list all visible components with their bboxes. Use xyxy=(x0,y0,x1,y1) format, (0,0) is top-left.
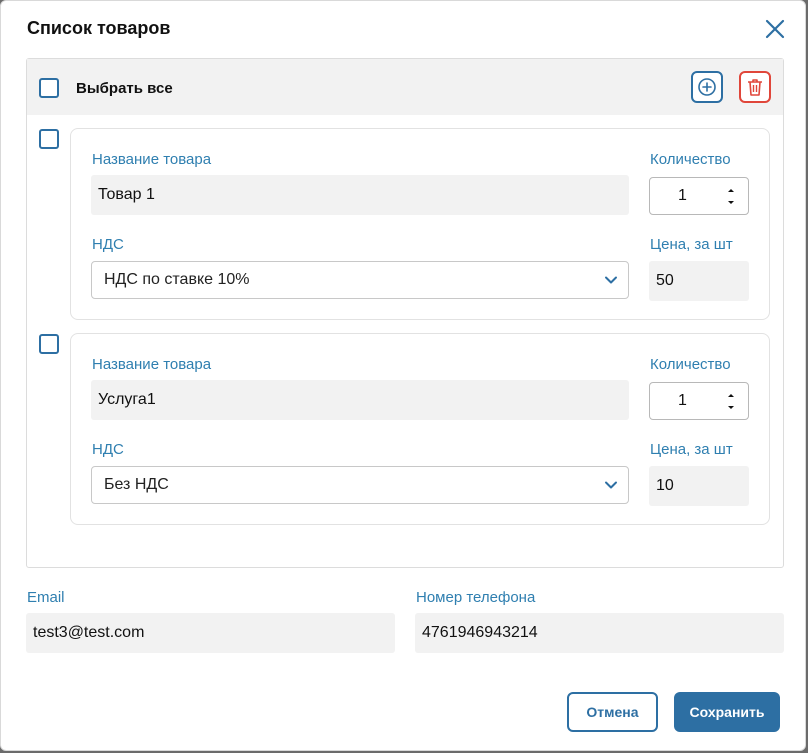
quantity-stepper[interactable]: 1 xyxy=(649,382,749,420)
quantity-label: Количество xyxy=(650,356,731,373)
stepper-arrows-icon[interactable] xyxy=(726,186,736,208)
dialog-title: Список товаров xyxy=(27,18,171,38)
quantity-value: 1 xyxy=(678,187,687,204)
vat-select[interactable]: Без НДС xyxy=(91,466,629,504)
item-card: Название товара Услуга1 Количество 1 НДС… xyxy=(70,333,770,525)
name-label: Название товара xyxy=(92,356,212,373)
price-input[interactable]: 50 xyxy=(649,261,749,301)
products-dialog: Список товаров Выбрать все Название това… xyxy=(0,0,806,751)
add-item-button[interactable] xyxy=(691,71,723,103)
phone-field[interactable]: 4761946943214 xyxy=(415,613,784,653)
quantity-value: 1 xyxy=(678,392,687,409)
add-circle-icon xyxy=(698,78,716,96)
phone-label: Номер телефона xyxy=(416,589,536,606)
vat-value: НДС по ставке 10% xyxy=(104,271,250,288)
quantity-stepper[interactable]: 1 xyxy=(649,177,749,215)
email-label: Email xyxy=(27,589,65,606)
price-input[interactable]: 10 xyxy=(649,466,749,506)
vat-label: НДС xyxy=(92,441,124,458)
item-checkbox[interactable] xyxy=(39,334,59,354)
price-label: Цена, за шт xyxy=(650,236,733,253)
name-label: Название товара xyxy=(92,151,212,168)
item-checkbox[interactable] xyxy=(39,129,59,149)
vat-select[interactable]: НДС по ставке 10% xyxy=(91,261,629,299)
stepper-arrows-icon[interactable] xyxy=(726,391,736,413)
chevron-down-icon xyxy=(605,276,617,284)
select-all-checkbox[interactable] xyxy=(39,78,59,98)
list-header: Выбрать все xyxy=(27,59,783,115)
cancel-button[interactable]: Отмена xyxy=(567,692,658,732)
select-all-label: Выбрать все xyxy=(76,80,173,97)
item-card: Название товара Товар 1 Количество 1 НДС… xyxy=(70,128,770,320)
close-icon xyxy=(765,19,785,39)
close-button[interactable] xyxy=(763,17,787,41)
name-input[interactable]: Услуга1 xyxy=(91,380,629,420)
email-field[interactable]: test3@test.com xyxy=(26,613,395,653)
vat-label: НДС xyxy=(92,236,124,253)
price-label: Цена, за шт xyxy=(650,441,733,458)
chevron-down-icon xyxy=(605,481,617,489)
quantity-label: Количество xyxy=(650,151,731,168)
vat-value: Без НДС xyxy=(104,476,169,493)
trash-icon xyxy=(748,79,762,96)
save-button[interactable]: Сохранить xyxy=(674,692,780,732)
items-list: Выбрать все Название товара Товар 1 Коли… xyxy=(26,58,784,568)
delete-items-button[interactable] xyxy=(739,71,771,103)
name-input[interactable]: Товар 1 xyxy=(91,175,629,215)
